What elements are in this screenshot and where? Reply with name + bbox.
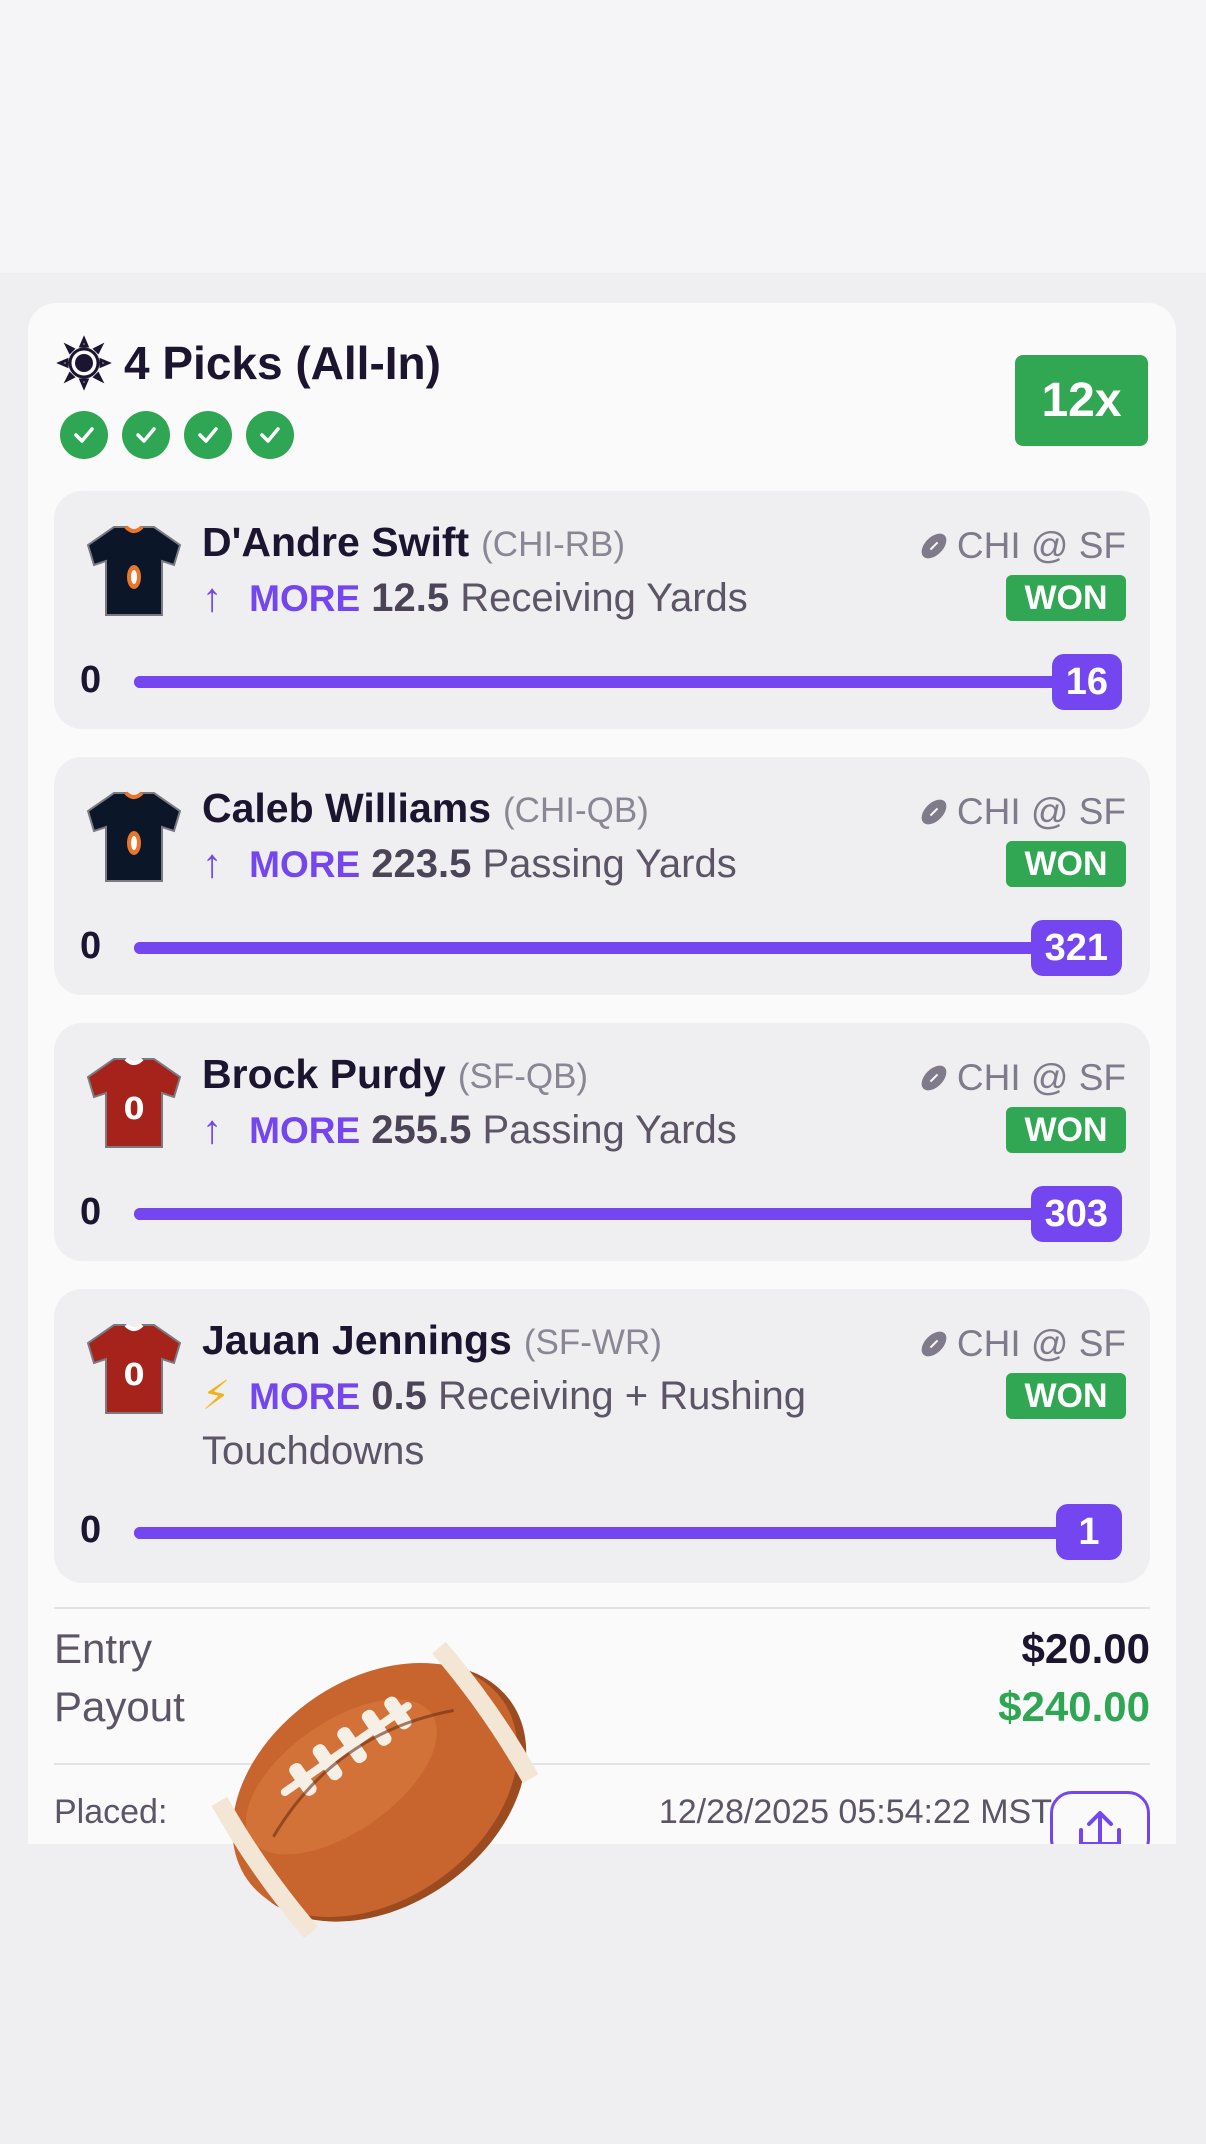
status-badge: WON xyxy=(1006,575,1126,621)
pick-results xyxy=(60,411,1148,459)
pick-direction: MORE xyxy=(249,1110,361,1151)
pick-card[interactable]: Caleb Williams (CHI-QB) ↑ MORE 223.5 Pas… xyxy=(54,757,1150,995)
badge-icon xyxy=(56,335,112,391)
jersey-icon: 0 xyxy=(86,1323,182,1414)
pick-line-value: 12.5 xyxy=(371,576,450,620)
status-badge: WON xyxy=(1006,841,1126,887)
pick-line-value: 0.5 xyxy=(371,1374,427,1418)
result-value: 303 xyxy=(1030,1186,1122,1242)
pick-line: ⚡ MORE 0.5 Receiving + Rushing Touchdown… xyxy=(202,1369,842,1479)
pick-line: ↑ MORE 255.5 Passing Yards xyxy=(202,1103,842,1158)
check-icon xyxy=(184,411,232,459)
matchup: CHI @ SF xyxy=(917,1057,1126,1099)
pick-direction: MORE xyxy=(249,1376,361,1417)
player-position: (SF-WR) xyxy=(523,1323,662,1362)
progress-start: 0 xyxy=(80,1191,102,1233)
football-icon xyxy=(211,1641,539,1939)
progress-bar xyxy=(134,942,1122,954)
pick-card[interactable]: 0 Jauan Jennings (SF-WR) ⚡ MORE 0.5 Rece… xyxy=(54,1289,1150,1583)
arrow-up-icon: ↑ xyxy=(202,1108,222,1152)
progress-fill xyxy=(134,942,1122,954)
entry-label: Entry xyxy=(54,1625,153,1672)
pick-line-value: 255.5 xyxy=(371,1108,472,1152)
status-badge: WON xyxy=(1006,1373,1126,1419)
player-position: (CHI-RB) xyxy=(481,525,626,564)
arrow-up-icon: ↑ xyxy=(202,576,222,620)
matchup-text: CHI @ SF xyxy=(956,1057,1126,1098)
placed-timestamp: 12/28/2025 05:54:22 MST xyxy=(658,1793,1052,1831)
divider xyxy=(54,1607,1150,1609)
player-name: Jauan Jennings xyxy=(202,1317,512,1363)
football-icon xyxy=(921,1065,947,1091)
pick-direction: MORE xyxy=(249,844,361,885)
entry-title: 4 Picks (All-In) xyxy=(124,337,441,389)
payout-multiplier-badge: 12x xyxy=(1015,355,1148,446)
progress-bar xyxy=(134,1208,1122,1220)
matchup-text: CHI @ SF xyxy=(956,1323,1126,1364)
player-position: (SF-QB) xyxy=(457,1057,589,1096)
entry-header: 4 Picks (All-In) 12x xyxy=(56,333,1148,463)
pick-stat: Passing Yards xyxy=(482,842,737,886)
progress-fill xyxy=(134,1527,1122,1539)
pick-line: ↑ MORE 223.5 Passing Yards xyxy=(202,837,842,892)
football-icon xyxy=(921,1331,947,1357)
matchup: CHI @ SF xyxy=(917,525,1126,567)
football-icon xyxy=(921,799,947,825)
progress-start: 0 xyxy=(80,925,102,967)
player-name: Caleb Williams xyxy=(202,785,492,831)
result-value: 1 xyxy=(1056,1504,1122,1560)
progress-fill xyxy=(134,676,1122,688)
matchup: CHI @ SF xyxy=(917,1323,1126,1365)
player-name: Brock Purdy xyxy=(202,1051,446,1097)
pick-card[interactable]: D'Andre Swift (CHI-RB) ↑ MORE 12.5 Recei… xyxy=(54,491,1150,729)
player-name: D'Andre Swift xyxy=(202,519,470,565)
matchup-text: CHI @ SF xyxy=(956,791,1126,832)
progress-fill xyxy=(134,1208,1122,1220)
entry-card[interactable]: 4 Picks (All-In) 12x D'Andre Swift (CHI-… xyxy=(28,303,1176,1844)
pick-stat: Passing Yards xyxy=(482,1108,737,1152)
result-value: 16 xyxy=(1051,654,1122,710)
result-value: 321 xyxy=(1030,920,1122,976)
svg-text:0: 0 xyxy=(124,1092,145,1127)
pick-stat: Receiving Yards xyxy=(460,576,748,620)
jersey-icon xyxy=(86,525,182,616)
status-badge: WON xyxy=(1006,1107,1126,1153)
football-icon xyxy=(921,533,947,559)
payout-amount: $240.00 xyxy=(998,1683,1150,1730)
placed-label: Placed: xyxy=(54,1793,168,1831)
matchup-text: CHI @ SF xyxy=(956,525,1126,566)
lightning-icon: ⚡ xyxy=(202,1374,231,1418)
share-button[interactable] xyxy=(1050,1791,1150,1844)
jersey-icon xyxy=(86,791,182,882)
progress-start: 0 xyxy=(80,1509,102,1551)
pick-direction: MORE xyxy=(249,578,361,619)
check-icon xyxy=(246,411,294,459)
entry-amount: $20.00 xyxy=(1021,1625,1150,1672)
progress-bar xyxy=(134,676,1122,688)
payout-label: Payout xyxy=(54,1683,185,1730)
check-icon xyxy=(122,411,170,459)
pick-line: ↑ MORE 12.5 Receiving Yards xyxy=(202,571,842,626)
svg-text:0: 0 xyxy=(124,1358,145,1393)
top-blank-area xyxy=(0,0,1206,273)
check-icon xyxy=(60,411,108,459)
player-position: (CHI-QB) xyxy=(503,791,649,830)
jersey-icon: 0 xyxy=(86,1057,182,1148)
progress-bar xyxy=(134,1527,1122,1539)
matchup: CHI @ SF xyxy=(917,791,1126,833)
progress-start: 0 xyxy=(80,659,102,701)
arrow-up-icon: ↑ xyxy=(202,842,222,886)
pick-card[interactable]: 0 Brock Purdy (SF-QB) ↑ MORE 255.5 Passi… xyxy=(54,1023,1150,1261)
share-icon xyxy=(1079,1811,1121,1844)
pick-line-value: 223.5 xyxy=(371,842,472,886)
